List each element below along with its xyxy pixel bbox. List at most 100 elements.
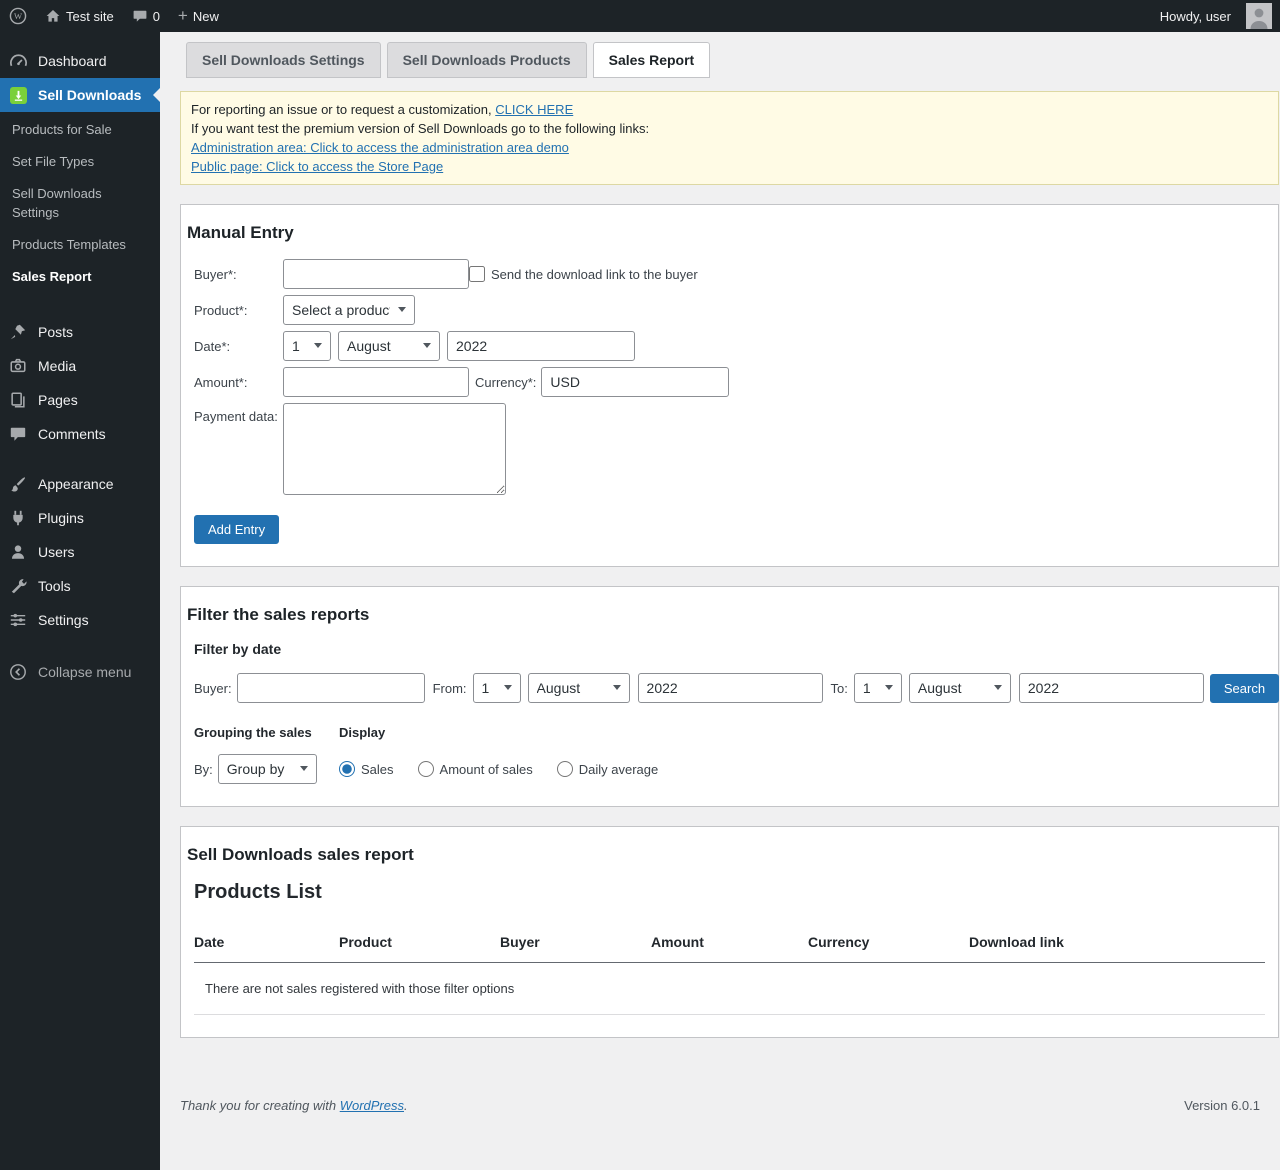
plugin-tabs: Sell Downloads Settings Sell Downloads P… [180, 42, 1279, 78]
column-header-currency: Currency [808, 922, 969, 963]
sidebar-item-sell-downloads[interactable]: Sell Downloads [0, 78, 160, 112]
from-year-input[interactable] [638, 673, 823, 703]
from-day-select[interactable]: 1 [473, 673, 521, 703]
home-icon [45, 8, 61, 24]
group-by-select[interactable]: Group by [218, 754, 317, 784]
from-month-select[interactable]: August [528, 673, 630, 703]
sidebar-label: Users [38, 544, 75, 560]
buyer-input[interactable] [283, 259, 469, 289]
payment-data-label: Payment data: [194, 403, 283, 424]
wordpress-link[interactable]: WordPress [340, 1098, 404, 1113]
buyer-label: Buyer*: [194, 267, 283, 282]
sales-radio[interactable] [339, 761, 355, 777]
store-page-link[interactable]: Public page: Click to access the Store P… [191, 159, 443, 174]
sidebar-item-tools[interactable]: Tools [0, 569, 160, 603]
tab-sell-downloads-products[interactable]: Sell Downloads Products [387, 42, 587, 78]
column-header-buyer: Buyer [500, 922, 651, 963]
sidebar-label: Plugins [38, 510, 84, 526]
display-option-amount-of-sales[interactable]: Amount of sales [418, 761, 533, 777]
tools-icon [8, 576, 28, 596]
media-icon [8, 356, 28, 376]
sidebar-item-appearance[interactable]: Appearance [0, 467, 160, 501]
notice-line-4: Public page: Click to access the Store P… [191, 157, 1268, 176]
sidebar-label: Media [38, 358, 76, 374]
product-row: Product*: Select a product [194, 295, 1265, 325]
column-header-download-link: Download link [969, 922, 1265, 963]
amount-label: Amount*: [194, 375, 283, 390]
plus-icon: + [178, 7, 188, 24]
product-select[interactable]: Select a product [283, 295, 415, 325]
manual-entry-form: Buyer*: Send the download link to the bu… [194, 259, 1265, 544]
payment-data-textarea[interactable] [283, 403, 506, 495]
to-month-select[interactable]: August [909, 673, 1011, 703]
manual-entry-title: Manual Entry [187, 223, 1265, 243]
add-entry-button[interactable]: Add Entry [194, 515, 279, 544]
to-label: To: [831, 681, 848, 696]
new-content-button[interactable]: + New [169, 0, 228, 32]
display-option-daily-average[interactable]: Daily average [557, 761, 659, 777]
sidebar-item-sales-report[interactable]: Sales Report [0, 261, 160, 293]
notice-box: For reporting an issue or to request a c… [180, 91, 1279, 185]
admin-footer: Thank you for creating with WordPress. V… [180, 1098, 1279, 1113]
to-year-input[interactable] [1019, 673, 1204, 703]
sidebar-item-pages[interactable]: Pages [0, 383, 160, 417]
sidebar-item-plugins[interactable]: Plugins [0, 501, 160, 535]
sidebar-item-sell-downloads-settings[interactable]: Sell Downloads Settings [0, 178, 160, 228]
product-label: Product*: [194, 303, 283, 318]
howdy-user-link[interactable]: Howdy, user [1151, 0, 1240, 32]
daily-average-radio[interactable] [557, 761, 573, 777]
sidebar-label: Posts [38, 324, 73, 340]
appearance-icon [8, 474, 28, 494]
empty-row: There are not sales registered with thos… [194, 963, 1265, 1015]
sidebar-item-products-templates[interactable]: Products Templates [0, 229, 160, 261]
search-button[interactable]: Search [1210, 674, 1279, 703]
user-avatar[interactable] [1246, 3, 1272, 29]
date-day-select[interactable]: 1 [283, 331, 331, 361]
sidebar-item-set-file-types[interactable]: Set File Types [0, 146, 160, 178]
to-day-select[interactable]: 1 [854, 673, 902, 703]
sidebar-item-comments[interactable]: Comments [0, 417, 160, 451]
sidebar-label: Pages [38, 392, 78, 408]
date-year-input[interactable] [447, 331, 635, 361]
column-header-date: Date [194, 922, 339, 963]
wordpress-logo[interactable]: W [0, 0, 36, 32]
notice-line-1: For reporting an issue or to request a c… [191, 100, 1268, 119]
sidebar-item-products-for-sale[interactable]: Products for Sale [0, 114, 160, 146]
filter-buyer-label: Buyer: [194, 681, 232, 696]
notice-text: For reporting an issue or to request a c… [191, 102, 492, 117]
sidebar-item-users[interactable]: Users [0, 535, 160, 569]
grouping-display-row: By: Group by Sales Amount of sales Daily… [194, 754, 1265, 784]
tab-sell-downloads-settings[interactable]: Sell Downloads Settings [186, 42, 381, 78]
sidebar-item-settings[interactable]: Settings [0, 603, 160, 637]
display-option-sales[interactable]: Sales [339, 761, 394, 777]
currency-input[interactable] [541, 367, 729, 397]
amount-row: Amount*: Currency*: [194, 367, 1265, 397]
sidebar-label: Comments [38, 426, 106, 442]
administration-demo-link[interactable]: Administration area: Click to access the… [191, 140, 569, 155]
pages-icon [8, 390, 28, 410]
date-month-select[interactable]: August [338, 331, 440, 361]
buyer-row: Buyer*: Send the download link to the bu… [194, 259, 1265, 289]
filter-buyer-input[interactable] [237, 673, 425, 703]
site-name-link[interactable]: Test site [36, 0, 123, 32]
sidebar-item-media[interactable]: Media [0, 349, 160, 383]
click-here-link[interactable]: CLICK HERE [495, 102, 573, 117]
sidebar-label: Sell Downloads [38, 87, 141, 103]
amount-of-sales-radio[interactable] [418, 761, 434, 777]
collapse-menu-button[interactable]: Collapse menu [0, 655, 160, 689]
send-link-checkbox[interactable] [469, 266, 485, 282]
footer-thanks: Thank you for creating with WordPress. [180, 1098, 408, 1113]
admin-bar: W Test site 0 + New Howdy, user [0, 0, 1280, 32]
sidebar-label: Settings [38, 612, 89, 628]
amount-input[interactable] [283, 367, 469, 397]
group-by-field: By: Group by [194, 754, 339, 784]
sidebar-label: Tools [38, 578, 71, 594]
comments-shortcut[interactable]: 0 [123, 0, 169, 32]
send-link-label: Send the download link to the buyer [491, 267, 698, 282]
grouping-heading: Grouping the sales [194, 725, 339, 740]
sidebar-item-dashboard[interactable]: Dashboard [0, 44, 160, 78]
posts-icon [8, 322, 28, 342]
sidebar-item-posts[interactable]: Posts [0, 315, 160, 349]
column-header-amount: Amount [651, 922, 808, 963]
tab-sales-report[interactable]: Sales Report [593, 42, 711, 78]
